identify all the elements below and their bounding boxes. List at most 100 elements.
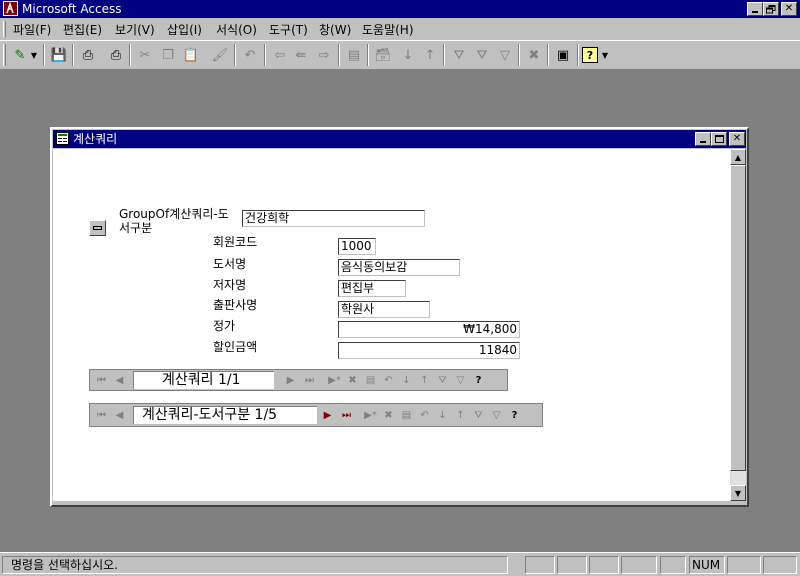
scroll-up-button[interactable]: ▲	[730, 149, 746, 165]
subform-record-indicator[interactable]: 계산쿼리 1/1	[133, 371, 274, 389]
new-record-icon[interactable]: ▶*	[362, 406, 379, 424]
properties-icon[interactable]: ▤	[343, 44, 365, 66]
discount-input[interactable]: 11840	[338, 342, 520, 359]
filter-by-selection-icon[interactable]: ⛛	[448, 44, 470, 66]
save-icon[interactable]: 💾	[48, 44, 70, 66]
print-icon[interactable]: ⎙	[77, 44, 99, 66]
member-code-input[interactable]: 1000	[338, 238, 376, 255]
menu-view[interactable]: 보기(V)	[115, 21, 155, 39]
help-icon[interactable]: ?	[582, 47, 598, 63]
undo-icon[interactable]: ↶	[239, 44, 261, 66]
form-minimize-button[interactable]	[695, 132, 711, 146]
print-preview-icon[interactable]: ⎙	[105, 44, 127, 66]
subform-nav-bar: ⏮ ◀ 계산쿼리 1/1 ▶ ⏭ ▶* ✖ ▤ ↶ ↓ ↑ ⛛ ▽ ?	[89, 369, 508, 391]
menu-help[interactable]: 도움말(H)	[362, 21, 414, 39]
member-code-label: 회원코드	[213, 235, 258, 249]
save-record-icon[interactable]: ▤	[362, 371, 379, 389]
prev-record-icon[interactable]: ◀	[112, 406, 127, 424]
maximize-icon	[714, 135, 724, 143]
save-record-icon[interactable]: ▤	[398, 406, 415, 424]
menu-insert[interactable]: 삽입(I)	[167, 21, 202, 39]
next-record-icon[interactable]: ▶	[283, 371, 298, 389]
apply-filter-icon[interactable]: ▽	[494, 44, 516, 66]
sort-desc-icon[interactable]: ↑	[452, 406, 469, 424]
database-window-icon[interactable]: ▣	[552, 44, 574, 66]
view-dropdown-icon[interactable]: ▼	[29, 44, 39, 66]
form-record-indicator[interactable]: 계산쿼리-도서구분 1/5	[133, 406, 317, 424]
design-view-icon[interactable]: ✎	[9, 44, 31, 66]
form-nav-bar: ⏮ ◀ 계산쿼리-도서구분 1/5 ▶ ⏭ ▶* ✖ ▤ ↶ ↓ ↑ ⛛ ▽ ?	[89, 403, 543, 427]
help-dropdown-icon[interactable]: ▼	[600, 44, 610, 66]
toolbar-separator	[338, 44, 340, 66]
form-scrollbar[interactable]: ▲ ▼	[730, 149, 746, 501]
sort-ascending-icon[interactable]: ↓	[397, 44, 419, 66]
new-record-icon[interactable]: ▶*	[326, 371, 343, 389]
toolbar-separator	[443, 44, 445, 66]
sort-descending-icon[interactable]: ↑	[419, 44, 441, 66]
menu-window[interactable]: 창(W)	[319, 21, 351, 39]
paste-icon[interactable]: 📋	[180, 44, 202, 66]
menu-edit[interactable]: 편집(E)	[63, 21, 102, 39]
status-panel	[660, 556, 686, 574]
menu-file[interactable]: 파일(F)	[13, 21, 51, 39]
app-title-bar: Microsoft Access ✕	[0, 0, 800, 18]
copy-icon[interactable]: ❐	[157, 44, 179, 66]
back-icon[interactable]: ⇦	[269, 44, 291, 66]
delete-record-icon[interactable]: ✖	[380, 406, 397, 424]
close-button[interactable]: ✕	[781, 2, 797, 16]
forward-web-icon[interactable]: ⇚	[290, 44, 312, 66]
prev-record-icon[interactable]: ◀	[112, 371, 127, 389]
price-input[interactable]: ₩14,800	[338, 321, 520, 338]
scroll-down-button[interactable]: ▼	[730, 485, 746, 501]
database-icon[interactable]: 🗃	[372, 44, 394, 66]
toolbar-separator	[547, 44, 549, 66]
restore-button[interactable]	[763, 2, 779, 16]
delete-record-icon[interactable]: ✖	[344, 371, 361, 389]
access-app-icon[interactable]	[3, 1, 18, 16]
undo-record-icon[interactable]: ↶	[416, 406, 433, 424]
undo-record-icon[interactable]: ↶	[380, 371, 397, 389]
expand-group-button[interactable]	[89, 220, 106, 236]
first-record-icon[interactable]: ⏮	[94, 371, 109, 389]
last-record-icon[interactable]: ⏭	[339, 406, 354, 424]
help-icon[interactable]: ?	[506, 406, 523, 424]
menu-format[interactable]: 서식(O)	[216, 21, 257, 39]
num-lock-indicator: NUM	[692, 558, 721, 572]
status-panel	[763, 556, 797, 574]
filter-icon[interactable]: ▽	[452, 371, 469, 389]
close-icon: ✕	[732, 133, 742, 144]
last-record-icon[interactable]: ⏭	[302, 371, 317, 389]
minimize-icon	[700, 141, 706, 143]
forward-icon[interactable]: ⇨	[313, 44, 335, 66]
form-icon[interactable]	[56, 132, 69, 145]
form-close-button[interactable]: ✕	[729, 132, 745, 146]
filter-icon[interactable]: ▽	[488, 406, 505, 424]
discount-label: 할인금액	[213, 340, 258, 354]
sort-asc-icon[interactable]: ↓	[398, 371, 415, 389]
menu-tools[interactable]: 도구(T)	[269, 21, 308, 39]
scroll-thumb[interactable]	[730, 165, 746, 471]
toolbar-separator	[577, 44, 579, 66]
sort-asc-icon[interactable]: ↓	[434, 406, 451, 424]
sort-desc-icon[interactable]: ↑	[416, 371, 433, 389]
group-field-input[interactable]: 건강희학	[242, 210, 425, 227]
filter-selection-icon[interactable]: ⛛	[434, 371, 451, 389]
help-icon[interactable]: ?	[470, 371, 487, 389]
status-panel	[525, 556, 555, 574]
filter-by-form-icon[interactable]: ⛛	[471, 44, 493, 66]
filter-selection-icon[interactable]: ⛛	[470, 406, 487, 424]
restore-icon	[766, 4, 776, 13]
form-maximize-button[interactable]	[711, 132, 727, 146]
cut-icon[interactable]: ✂	[134, 44, 156, 66]
publisher-input[interactable]: 학원사	[338, 301, 430, 318]
book-title-input[interactable]: 음식동의보감	[338, 259, 460, 276]
format-painter-icon[interactable]: 🖌	[209, 44, 231, 66]
delete-record-icon[interactable]: ✖	[523, 44, 545, 66]
status-text: 명령을 선택하십시오.	[11, 558, 118, 572]
minimize-icon	[752, 11, 758, 13]
minimize-button[interactable]	[747, 2, 763, 16]
first-record-icon[interactable]: ⏮	[94, 406, 109, 424]
toolbar-grip	[3, 44, 6, 66]
next-record-icon[interactable]: ▶	[320, 406, 335, 424]
author-input[interactable]: 편집부	[338, 280, 406, 297]
